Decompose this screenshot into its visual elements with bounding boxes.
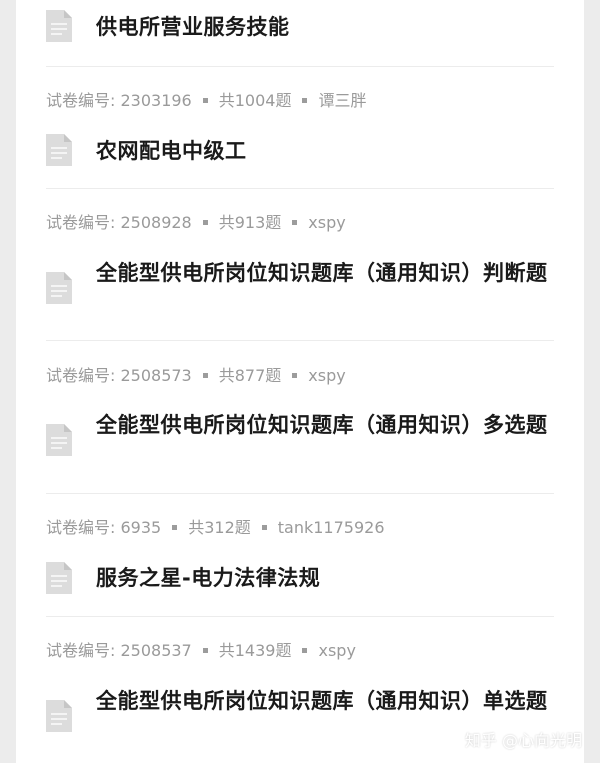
exam-id: 试卷编号: 2508537 bbox=[46, 641, 192, 660]
divider bbox=[46, 66, 554, 67]
document-icon bbox=[46, 272, 72, 304]
square-dot-icon bbox=[292, 372, 298, 378]
divider bbox=[46, 188, 554, 189]
square-dot-icon bbox=[261, 524, 267, 530]
exam-id: 试卷编号: 2508928 bbox=[46, 213, 192, 232]
exam-meta: 试卷编号: 6935 共312题 tank1175926 bbox=[46, 517, 385, 539]
document-icon bbox=[46, 134, 72, 166]
exam-id: 试卷编号: 2508573 bbox=[46, 366, 192, 385]
square-dot-icon bbox=[202, 219, 208, 225]
exam-title[interactable]: 服务之星-电力法律法规 bbox=[96, 561, 556, 595]
exam-title[interactable]: 全能型供电所岗位知识题库（通用知识）多选题 bbox=[96, 408, 556, 442]
exam-list-card: 供电所营业服务技能 试卷编号: 2303196 共1004题 谭三胖 农网配电中级工… bbox=[16, 0, 584, 763]
divider bbox=[46, 616, 554, 617]
divider bbox=[46, 493, 554, 494]
exam-id: 试卷编号: 6935 bbox=[46, 518, 162, 537]
exam-meta: 试卷编号: 2508928 共913题 xspy bbox=[46, 212, 346, 234]
watermark: 知乎 @心向光明 bbox=[464, 731, 582, 750]
question-count: 共913题 bbox=[218, 213, 282, 232]
square-dot-icon bbox=[302, 647, 308, 653]
question-count: 共1439题 bbox=[218, 641, 292, 660]
exam-title[interactable]: 农网配电中级工 bbox=[96, 134, 556, 168]
document-icon bbox=[46, 700, 72, 732]
question-count: 共877题 bbox=[218, 366, 282, 385]
author-name[interactable]: xspy bbox=[308, 366, 345, 385]
exam-title[interactable]: 供电所营业服务技能 bbox=[96, 10, 556, 44]
author-name[interactable]: tank1175926 bbox=[278, 518, 385, 537]
divider bbox=[46, 340, 554, 341]
document-icon bbox=[46, 10, 72, 42]
square-dot-icon bbox=[202, 372, 208, 378]
author-name[interactable]: xspy bbox=[308, 213, 345, 232]
exam-meta: 试卷编号: 2508573 共877题 xspy bbox=[46, 365, 346, 387]
question-count: 共312题 bbox=[188, 518, 251, 537]
exam-title[interactable]: 全能型供电所岗位知识题库（通用知识）单选题 bbox=[96, 684, 556, 718]
square-dot-icon bbox=[172, 524, 178, 530]
square-dot-icon bbox=[302, 97, 308, 103]
author-name[interactable]: xspy bbox=[318, 641, 355, 660]
question-count: 共1004题 bbox=[218, 91, 292, 110]
square-dot-icon bbox=[292, 219, 298, 225]
exam-meta: 试卷编号: 2303196 共1004题 谭三胖 bbox=[46, 90, 367, 112]
square-dot-icon bbox=[202, 97, 208, 103]
exam-id: 试卷编号: 2303196 bbox=[46, 91, 192, 110]
document-icon bbox=[46, 424, 72, 456]
document-icon bbox=[46, 562, 72, 594]
author-name[interactable]: 谭三胖 bbox=[318, 91, 366, 110]
exam-meta: 试卷编号: 2508537 共1439题 xspy bbox=[46, 640, 356, 662]
exam-title[interactable]: 全能型供电所岗位知识题库（通用知识）判断题 bbox=[96, 256, 556, 290]
square-dot-icon bbox=[202, 647, 208, 653]
